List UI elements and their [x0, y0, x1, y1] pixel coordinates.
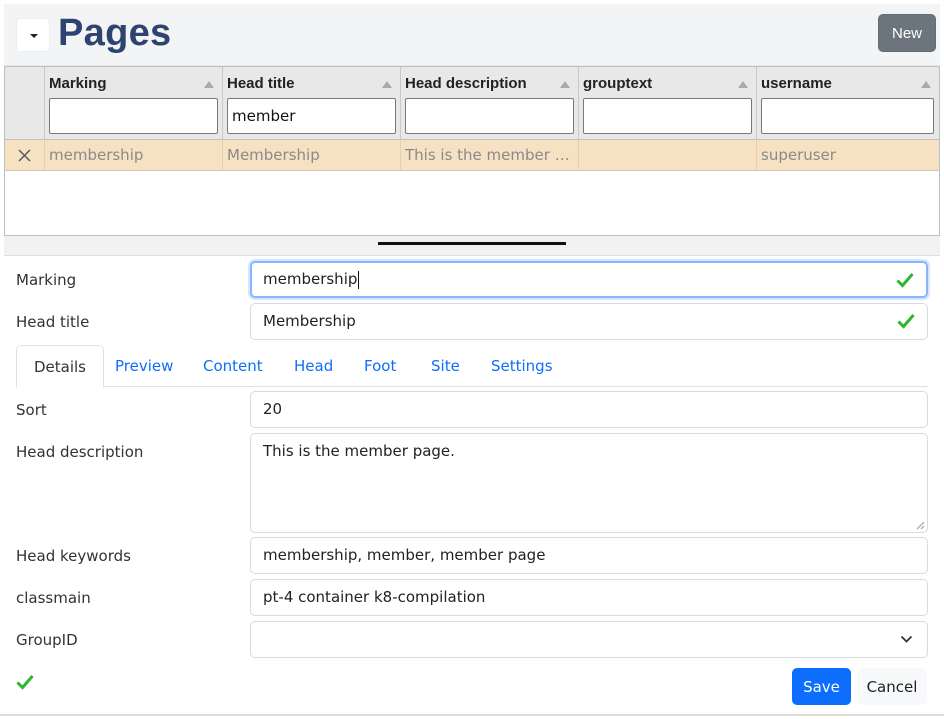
- head-description-value: This is the member page.: [263, 442, 455, 460]
- column-title: Head title: [227, 75, 295, 92]
- tab-site[interactable]: Site: [414, 345, 477, 387]
- tab-details[interactable]: Details: [16, 345, 105, 388]
- classmain-label: classmain: [16, 589, 91, 607]
- valid-check-icon: [896, 273, 914, 288]
- column-title: username: [761, 75, 832, 92]
- page-header: Pages New: [4, 4, 940, 66]
- grid-header: Marking Head title Head description grou…: [5, 67, 939, 140]
- cell-marking: membership: [44, 140, 222, 171]
- table-row[interactable]: membership Membership This is the member…: [5, 140, 939, 171]
- caret-down-icon: [30, 34, 38, 38]
- sort-icon[interactable]: [204, 81, 214, 88]
- column-title: Head description: [405, 75, 527, 92]
- tab-settings[interactable]: Settings: [474, 345, 570, 387]
- filter-username-input[interactable]: [761, 98, 934, 134]
- form-tabs: Details Preview Content Head Foot Site S…: [16, 345, 928, 388]
- valid-check-icon: [897, 314, 915, 329]
- new-button[interactable]: New: [878, 14, 936, 52]
- column-marking[interactable]: Marking: [44, 67, 222, 140]
- page-title: Pages: [58, 12, 172, 54]
- sort-icon[interactable]: [738, 81, 748, 88]
- tab-content[interactable]: Content: [186, 345, 280, 387]
- form-valid-check-icon: [16, 675, 34, 690]
- delete-row-icon[interactable]: [5, 140, 44, 171]
- cancel-button[interactable]: Cancel: [857, 668, 927, 705]
- splitter-handle[interactable]: [378, 242, 566, 245]
- sidebar-toggle-button[interactable]: [16, 18, 50, 52]
- column-head-title[interactable]: Head title: [222, 67, 400, 140]
- save-button[interactable]: Save: [792, 668, 851, 705]
- filter-grouptext-input[interactable]: [583, 98, 752, 134]
- chevron-down-icon: [900, 635, 913, 643]
- column-title: grouptext: [583, 75, 653, 92]
- text-cursor: [358, 270, 360, 289]
- pages-grid: Marking Head title Head description grou…: [4, 66, 940, 236]
- cell-username: superuser: [756, 140, 939, 171]
- cell-head-description: This is the member page.: [400, 140, 578, 171]
- column-grouptext[interactable]: grouptext: [578, 67, 756, 140]
- head-description-label: Head description: [16, 443, 144, 461]
- sort-field[interactable]: 20: [250, 391, 928, 428]
- column-title: Marking: [49, 75, 107, 92]
- filter-marking-input[interactable]: [49, 98, 218, 134]
- classmain-field[interactable]: pt-4 container k8-compilation: [250, 579, 928, 616]
- resize-grip-icon[interactable]: [916, 521, 925, 530]
- filter-head-description-input[interactable]: [405, 98, 574, 134]
- groupid-select[interactable]: [250, 621, 928, 658]
- marking-field[interactable]: membership: [250, 261, 928, 298]
- head-title-value: Membership: [263, 312, 356, 330]
- pane-splitter[interactable]: [4, 236, 940, 256]
- marking-value: membership: [263, 270, 358, 288]
- cell-grouptext: [578, 140, 756, 171]
- tab-preview[interactable]: Preview: [98, 345, 190, 387]
- groupid-label: GroupID: [16, 631, 78, 649]
- column-username[interactable]: username: [756, 67, 939, 140]
- head-keywords-label: Head keywords: [16, 547, 131, 565]
- head-title-field[interactable]: Membership: [250, 303, 928, 340]
- tab-foot[interactable]: Foot: [347, 345, 413, 387]
- tab-head[interactable]: Head: [277, 345, 350, 387]
- column-head-description[interactable]: Head description: [400, 67, 578, 140]
- head-title-label: Head title: [16, 313, 90, 331]
- cell-head-title: Membership: [222, 140, 400, 171]
- sort-icon[interactable]: [560, 81, 570, 88]
- divider: [0, 714, 944, 716]
- sort-icon[interactable]: [921, 81, 931, 88]
- sort-icon[interactable]: [382, 81, 392, 88]
- sort-label: Sort: [16, 401, 47, 419]
- head-keywords-field[interactable]: membership, member, member page: [250, 537, 928, 574]
- marking-label: Marking: [16, 271, 77, 289]
- filter-head-title-input[interactable]: [227, 98, 396, 134]
- head-description-textarea[interactable]: This is the member page.: [250, 433, 928, 533]
